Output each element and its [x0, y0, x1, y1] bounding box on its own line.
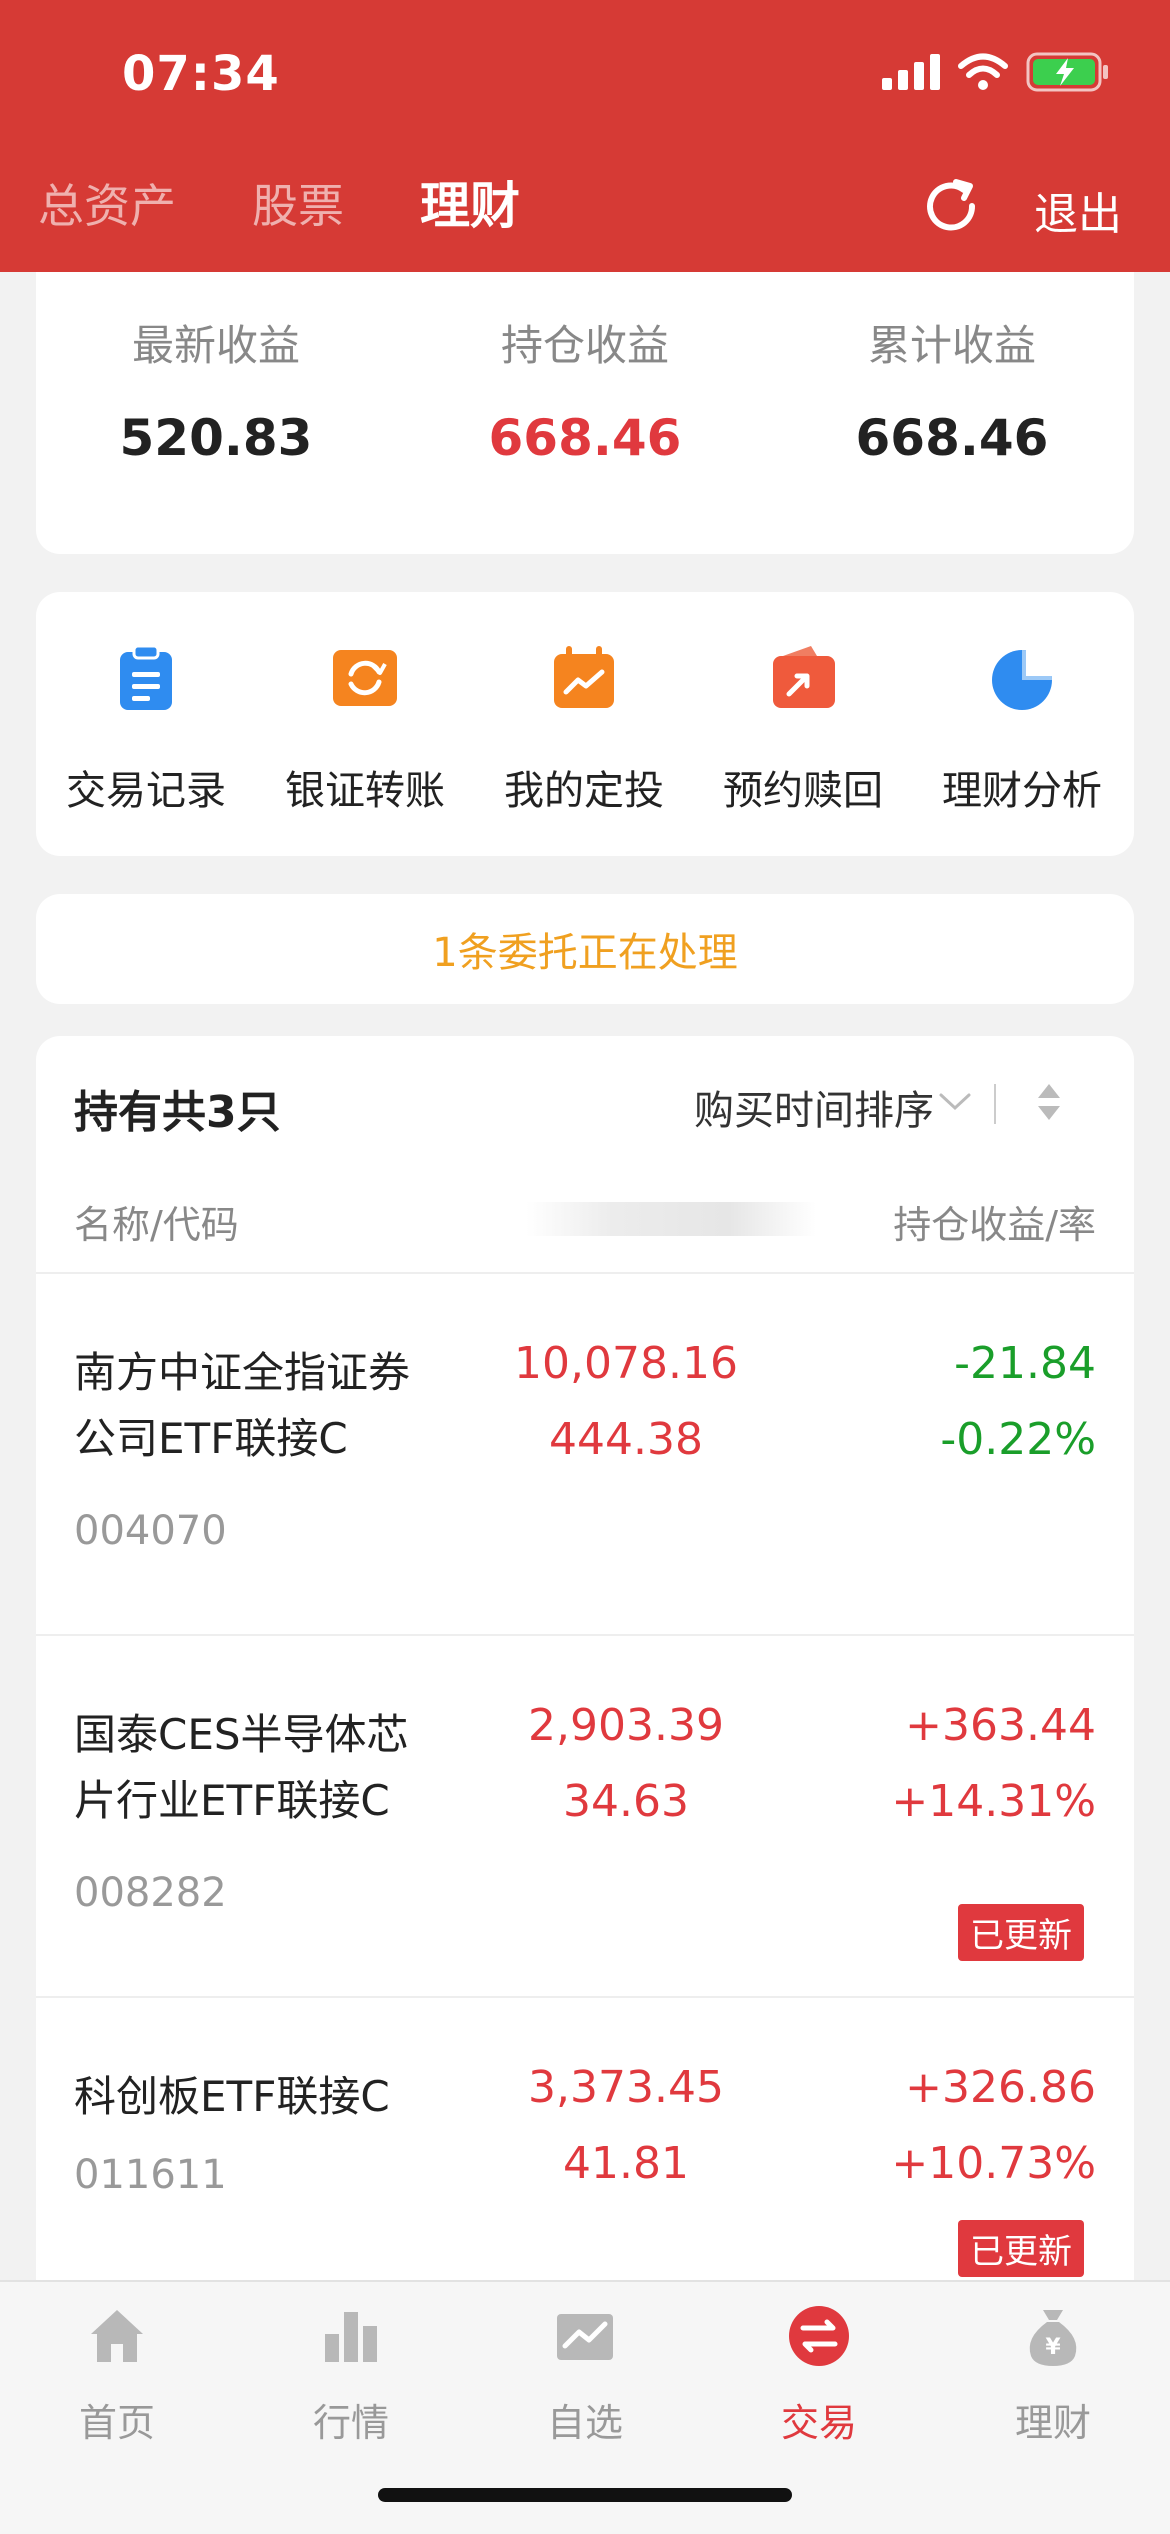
- position-profit: -21.84: [954, 1338, 1096, 1389]
- column-header-profit: 持仓收益/率: [893, 1203, 1096, 1247]
- market-value: 2,903.39: [528, 1700, 724, 1751]
- tab-label: 自选: [546, 2401, 623, 2445]
- position-profit-rate: +10.73%: [891, 2138, 1096, 2189]
- tab-label: 首页: [78, 2401, 155, 2445]
- battery-icon: [1026, 52, 1108, 92]
- quick-action-analysis[interactable]: 理财分析: [912, 642, 1132, 816]
- tab-home[interactable]: 首页: [27, 2304, 207, 2447]
- market-value: 10,078.16: [514, 1338, 738, 1389]
- fund-name: 南方中证全指证券 公司ETF联接C: [74, 1348, 411, 1463]
- clipboard-icon: [120, 644, 172, 710]
- position-profit-rate: +14.31%: [891, 1776, 1096, 1827]
- tab-watchlist[interactable]: 自选: [495, 2304, 675, 2447]
- holding-row[interactable]: 南方中证全指证券 公司ETF联接C 004070 10,078.16 444.38…: [36, 1272, 1134, 1636]
- sort-divider: [994, 1084, 996, 1124]
- quick-action-trade-records[interactable]: 交易记录: [36, 642, 256, 816]
- status-time: 07:34: [122, 46, 280, 102]
- quick-action-redeem[interactable]: 预约赎回: [693, 642, 913, 816]
- signal-icon: [882, 54, 940, 90]
- tab-label: 交易: [780, 2401, 857, 2445]
- cumulative-earnings: 累计收益 668.46: [772, 312, 1132, 467]
- blurred-column-header: [526, 1202, 816, 1236]
- status-icons: [882, 52, 1110, 92]
- column-header-name: 名称/代码: [74, 1203, 239, 1247]
- latest-earnings-label: 最新收益: [131, 321, 300, 370]
- quick-action-label: 理财分析: [942, 768, 1102, 814]
- latest-earnings: 最新收益 520.83: [36, 312, 396, 467]
- app-header: 07:34 总资产 股票 理财 退出: [0, 0, 1170, 272]
- trade-icon: [789, 2306, 849, 2366]
- tab-trade[interactable]: 交易: [729, 2304, 909, 2447]
- wifi-icon: [958, 53, 1008, 90]
- position-profit: +363.44: [905, 1700, 1096, 1751]
- chevron-down-icon[interactable]: [938, 1092, 972, 1112]
- quick-actions-card: 交易记录 银证转账 我的定投 预约赎回 理财分析: [36, 592, 1134, 856]
- nav-tab-stocks[interactable]: 股票: [252, 170, 344, 236]
- fund-code: 011611: [74, 2152, 227, 2198]
- holdings-list-card: 持有共3只 购买时间排序 名称/代码 持仓收益/率 南方中证全指证券 公司ETF联…: [36, 1036, 1134, 2336]
- holdings-count-title: 持有共3只: [74, 1087, 281, 1138]
- position-earnings-value: 668.46: [488, 409, 682, 467]
- money-bag-icon: ¥: [1029, 2310, 1077, 2366]
- earnings-summary-card: 最新收益 520.83 持仓收益 668.46 累计收益 668.46: [36, 272, 1134, 554]
- quick-action-bank-transfer[interactable]: 银证转账: [255, 642, 475, 816]
- position-profit-rate: -0.22%: [940, 1414, 1096, 1465]
- nav-tab-total-assets[interactable]: 总资产: [38, 170, 176, 236]
- exit-button[interactable]: 退出: [1034, 178, 1122, 242]
- quick-action-label: 银证转账: [285, 768, 445, 814]
- cumulative-earnings-value: 668.46: [855, 409, 1049, 467]
- tab-wealth[interactable]: ¥ 理财: [963, 2304, 1143, 2447]
- tab-label: 行情: [312, 2401, 389, 2445]
- quick-action-label: 预约赎回: [723, 768, 883, 814]
- market-icon: [325, 2312, 377, 2362]
- watchlist-icon: [557, 2314, 613, 2360]
- quick-action-label: 我的定投: [504, 768, 664, 814]
- market-value: 3,373.45: [528, 2062, 724, 2113]
- top-nav: 总资产 股票 理财 退出: [0, 170, 1170, 260]
- fund-name: 科创板ETF联接C: [74, 2072, 390, 2121]
- tab-label: 理财: [1014, 2401, 1091, 2445]
- calendar-icon: [554, 646, 614, 708]
- home-indicator: [378, 2488, 792, 2502]
- redeem-icon: [773, 646, 835, 708]
- holding-amount: 444.38: [549, 1414, 703, 1465]
- quick-action-label: 交易记录: [66, 768, 226, 814]
- nav-tab-wealth[interactable]: 理财: [420, 166, 520, 238]
- home-icon: [91, 2310, 143, 2362]
- fund-code: 008282: [74, 1870, 227, 1916]
- refresh-icon[interactable]: [920, 176, 984, 240]
- position-earnings-label: 持仓收益: [500, 321, 669, 370]
- holding-amount: 34.63: [563, 1776, 689, 1827]
- position-profit: +326.86: [905, 2062, 1096, 2113]
- latest-earnings-value: 520.83: [119, 409, 313, 467]
- holding-row[interactable]: 国泰CES半导体芯 片行业ETF联接C 008282 2,903.39 34.63…: [36, 1634, 1134, 1998]
- updated-badge: 已更新: [958, 1904, 1084, 1961]
- quick-action-my-plans[interactable]: 我的定投: [474, 642, 694, 816]
- pending-orders-notice[interactable]: 1条委托正在处理: [36, 894, 1134, 1004]
- pie-chart-icon: [992, 646, 1056, 710]
- fund-name: 国泰CES半导体芯 片行业ETF联接C: [74, 1710, 409, 1825]
- sort-order-icon[interactable]: [1036, 1082, 1062, 1122]
- tab-market[interactable]: 行情: [261, 2304, 441, 2447]
- holding-amount: 41.81: [563, 2138, 689, 2189]
- updated-badge: 已更新: [958, 2220, 1084, 2277]
- cumulative-earnings-label: 累计收益: [867, 321, 1036, 370]
- transfer-icon: [333, 650, 397, 706]
- svg-text:¥: ¥: [1045, 2335, 1061, 2360]
- sort-dropdown[interactable]: 购买时间排序: [694, 1078, 934, 1136]
- fund-code: 004070: [74, 1508, 227, 1554]
- position-earnings: 持仓收益 668.46: [405, 312, 765, 467]
